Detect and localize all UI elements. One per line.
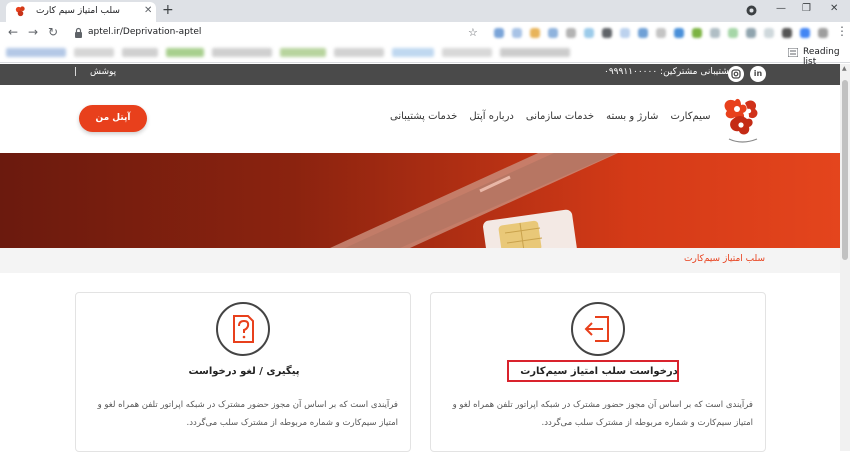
track-card[interactable]: پیگیری / لغو درخواست فرآیندی است که بر ا… (75, 292, 411, 452)
extension-icon[interactable] (602, 28, 612, 38)
request-card-description: فرآیندی است که بر اساس آن مجوز حضور مشتر… (452, 400, 753, 428)
extension-icon[interactable] (620, 28, 630, 38)
lock-icon (75, 27, 82, 38)
bookmark-item[interactable] (280, 48, 326, 57)
topbar-separator: | (74, 67, 78, 77)
reload-button[interactable]: ↻ (48, 25, 58, 39)
bookmark-item[interactable] (166, 48, 204, 57)
url-text: aptel.ir/Deprivation-aptel (88, 27, 202, 37)
track-card-description: فرآیندی است که بر اساس آن مجوز حضور مشتر… (97, 400, 398, 428)
forward-button[interactable]: → (28, 25, 38, 39)
bookmark-item[interactable] (6, 48, 66, 57)
extension-icon[interactable] (800, 28, 810, 38)
aptel-favicon-icon (15, 6, 25, 17)
extension-icon[interactable] (746, 28, 756, 38)
extension-icon[interactable] (548, 28, 558, 38)
highlight-box (507, 360, 679, 382)
close-window-button[interactable]: ✕ (830, 3, 838, 14)
site-top-bar: پوشش | پشتیبانی مشترکین: ۰۹۹۹۱۱۰۰۰۰۰ in (0, 64, 840, 85)
extension-icon[interactable] (818, 28, 828, 38)
extension-icon[interactable] (692, 28, 702, 38)
tab-close-icon[interactable]: ✕ (144, 5, 152, 16)
aptel-logo[interactable] (715, 91, 769, 145)
linkedin-icon[interactable]: in (750, 66, 766, 82)
hero-banner (0, 153, 840, 248)
extension-icon[interactable] (530, 28, 540, 38)
request-card[interactable]: درخواست سلب امتیاز سیم‌کارت فرآیندی است … (430, 292, 766, 452)
reading-list-icon (788, 48, 798, 57)
extension-icon[interactable] (566, 28, 576, 38)
browser-tab[interactable]: سلب امتیاز سیم کارت ✕ (6, 2, 156, 22)
extension-icon[interactable] (638, 28, 648, 38)
nav-item-about[interactable]: درباره آپتل (469, 111, 514, 122)
bookmark-item[interactable] (334, 48, 384, 57)
breadcrumb-bar: سلب امتیاز سیم‌کارت (0, 248, 840, 273)
nav-item-support[interactable]: خدمات پشتیبانی (390, 111, 457, 122)
exit-arrow-icon (571, 302, 625, 356)
maximize-button[interactable]: ❐ (802, 3, 811, 14)
bookmark-item[interactable] (442, 48, 492, 57)
track-card-title[interactable]: پیگیری / لغو درخواست (76, 366, 412, 377)
breadcrumb[interactable]: سلب امتیاز سیم‌کارت (684, 254, 765, 264)
extension-icon[interactable] (710, 28, 720, 38)
extension-icon[interactable] (674, 28, 684, 38)
site-header: سیم‌کارت شارژ و بسته خدمات سازمانی دربار… (0, 85, 840, 153)
profile-icon[interactable] (746, 5, 757, 16)
bookmark-star-icon[interactable]: ☆ (468, 26, 478, 39)
login-link[interactable]: پوشش (90, 67, 116, 77)
bookmarks-bar: Reading list (0, 43, 850, 67)
bookmark-item[interactable] (212, 48, 272, 57)
extension-icon[interactable] (728, 28, 738, 38)
menu-kebab-icon[interactable]: ⋮ (836, 24, 848, 38)
nav-item-enterprise[interactable]: خدمات سازمانی (526, 111, 594, 122)
extension-icon[interactable] (584, 28, 594, 38)
new-tab-button[interactable]: + (162, 2, 174, 18)
bookmark-item[interactable] (122, 48, 158, 57)
extension-icon[interactable] (512, 28, 522, 38)
extension-icon[interactable] (764, 28, 774, 38)
bookmark-item[interactable] (500, 48, 570, 57)
nav-item-charge[interactable]: شارژ و بسته (606, 111, 658, 122)
question-document-icon (216, 302, 270, 356)
minimize-button[interactable]: — (776, 3, 786, 14)
extension-icon[interactable] (782, 28, 792, 38)
nav-item-simcard[interactable]: سیم‌کارت (670, 111, 710, 122)
address-bar[interactable]: aptel.ir/Deprivation-aptel (64, 24, 484, 42)
my-aptel-button[interactable]: آپتل من (79, 105, 147, 132)
phone-simcard-illustration (330, 153, 619, 248)
tab-title: سلب امتیاز سیم کارت (36, 6, 120, 16)
support-phone: پشتیبانی مشترکین: ۰۹۹۹۱۱۰۰۰۰۰ (604, 67, 732, 77)
bookmark-item[interactable] (74, 48, 114, 57)
bookmark-item[interactable] (392, 48, 434, 57)
main-nav: سیم‌کارت شارژ و بسته خدمات سازمانی دربار… (390, 111, 711, 122)
extension-icon[interactable] (656, 28, 666, 38)
scroll-up-icon[interactable]: ▲ (842, 65, 847, 72)
scrollbar-thumb[interactable] (842, 80, 848, 260)
extension-icon[interactable] (494, 28, 504, 38)
browser-tab-bar: سلب امتیاز سیم کارت ✕ + — ❐ ✕ (0, 0, 850, 22)
back-button[interactable]: ← (8, 25, 18, 39)
browser-toolbar: ← → ↻ aptel.ir/Deprivation-aptel ☆ ⋮ (0, 22, 850, 43)
instagram-icon[interactable] (728, 66, 744, 82)
